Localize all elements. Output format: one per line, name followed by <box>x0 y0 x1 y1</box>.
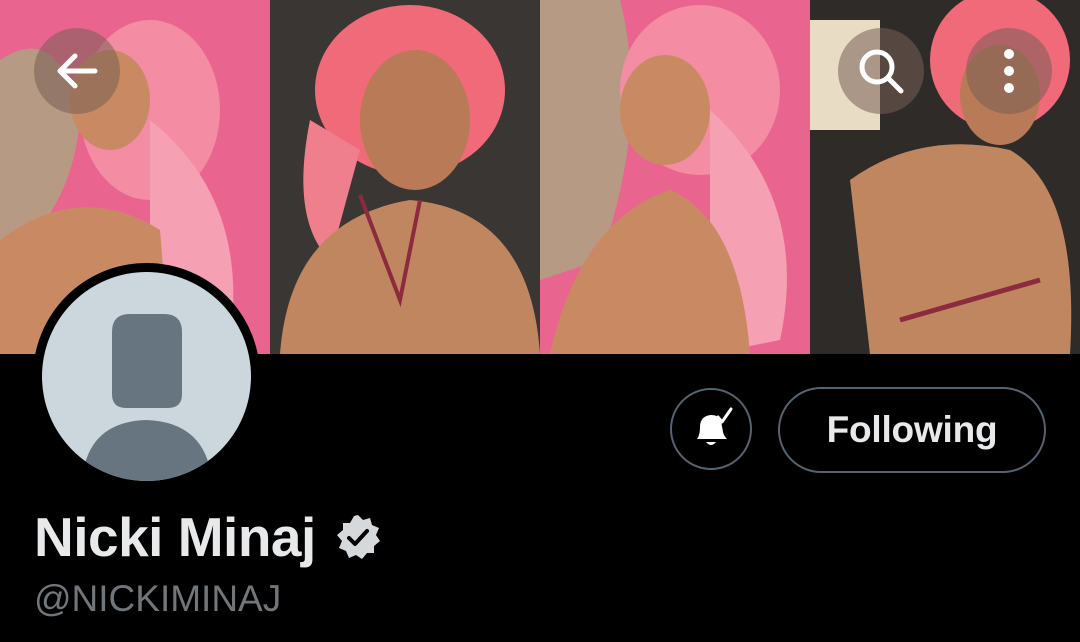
profile-name-row: Nicki Minaj <box>34 502 382 572</box>
banner-photo-2 <box>270 0 540 354</box>
following-button[interactable]: Following <box>778 387 1046 473</box>
search-button[interactable] <box>838 28 924 114</box>
bell-check-icon <box>697 407 733 445</box>
notifications-button[interactable] <box>670 388 752 470</box>
profile-handle: @NICKIMINAJ <box>34 578 282 619</box>
verified-badge-icon <box>334 513 382 561</box>
arrow-left-icon <box>57 53 98 89</box>
banner-photo-3 <box>540 0 810 354</box>
back-button[interactable] <box>34 28 120 114</box>
search-icon <box>859 49 904 94</box>
display-name: Nicki Minaj <box>34 506 316 568</box>
more-options-button[interactable] <box>966 28 1052 114</box>
avatar[interactable] <box>33 263 260 490</box>
more-vertical-icon <box>1004 49 1014 93</box>
default-avatar-icon <box>42 272 251 481</box>
